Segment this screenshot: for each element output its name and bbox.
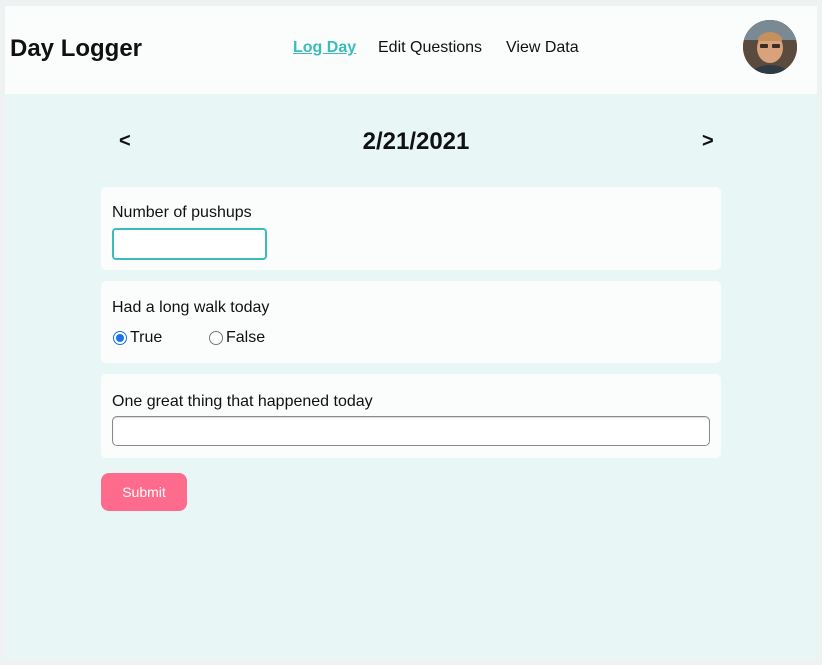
radio-false-option[interactable]: False	[209, 329, 265, 347]
nav-edit-questions[interactable]: Edit Questions	[378, 39, 482, 57]
app-frame: Day Logger Log Day Edit Questions View D…	[5, 6, 817, 659]
nav-view-data[interactable]: View Data	[506, 39, 579, 57]
question-label: One great thing that happened today	[112, 393, 373, 410]
pushups-input[interactable]	[112, 228, 267, 260]
question-label: Number of pushups	[112, 204, 252, 221]
question-card-great-thing: One great thing that happened today	[101, 374, 721, 458]
question-card-pushups: Number of pushups	[101, 187, 721, 270]
avatar-photo-icon	[743, 20, 797, 74]
question-label: Had a long walk today	[112, 299, 270, 316]
radio-true-option[interactable]: True	[113, 329, 162, 347]
radio-false-label: False	[226, 329, 266, 346]
radio-true[interactable]	[113, 331, 127, 345]
great-thing-input[interactable]	[112, 416, 710, 446]
app-title: Day Logger	[10, 35, 143, 62]
current-date: 2/21/2021	[362, 128, 470, 155]
next-day-button[interactable]: >	[702, 130, 714, 153]
user-avatar[interactable]	[743, 20, 797, 74]
nav-log-day[interactable]: Log Day	[293, 39, 356, 57]
top-navbar: Day Logger Log Day Edit Questions View D…	[5, 6, 817, 94]
radio-true-label: True	[130, 329, 163, 346]
radio-false[interactable]	[209, 331, 223, 345]
submit-button[interactable]: Submit	[101, 473, 187, 511]
question-card-walk: Had a long walk today True False	[101, 281, 721, 363]
